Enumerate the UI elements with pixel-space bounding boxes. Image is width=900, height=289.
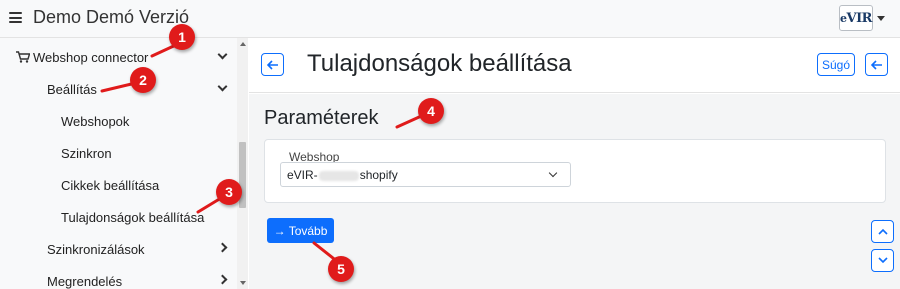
annotation-marker-2: 2: [130, 67, 156, 93]
scroll-up-arrow-icon[interactable]: [240, 42, 246, 46]
sidebar-scrollbar[interactable]: [237, 38, 248, 289]
sidebar-item-beallitas[interactable]: Beállítás: [47, 82, 97, 97]
back-button[interactable]: [261, 53, 284, 76]
sidebar-item-cikkek-beallitasa[interactable]: Cikkek beállítása: [61, 178, 159, 193]
webshop-select-value: eVIR-shopify: [287, 168, 398, 182]
sidebar-item-szinkron[interactable]: Szinkron: [61, 146, 112, 161]
shopping-cart-icon: [16, 51, 30, 63]
arrow-left-icon: [870, 59, 882, 70]
chevron-down-icon: [877, 257, 888, 264]
parameters-card: Webshop eVIR-shopify: [264, 139, 886, 203]
user-menu-dropdown[interactable]: e VIR: [839, 4, 885, 32]
chevron-right-icon[interactable]: [217, 274, 228, 285]
chevron-right-icon[interactable]: [217, 242, 228, 253]
hamburger-menu-icon[interactable]: [9, 12, 22, 23]
top-navbar: Demo Demó Verzió e VIR: [0, 0, 900, 38]
sidebar: Webshop connector Beállítás Webshopok Sz…: [0, 38, 248, 289]
annotation-marker-1: 1: [169, 24, 195, 50]
annotation-marker-5: 5: [328, 256, 354, 282]
page-header: Tulajdonságok beállítása Súgó: [249, 38, 900, 93]
next-button[interactable]: → Tovább: [267, 218, 334, 243]
sidebar-item-webshop-connector[interactable]: Webshop connector: [33, 50, 148, 65]
chevron-up-icon: [877, 228, 888, 235]
evir-logo: e VIR: [839, 5, 873, 31]
scroll-down-arrow-icon[interactable]: [240, 281, 246, 285]
annotation-marker-3: 3: [216, 179, 242, 205]
scroll-to-bottom-button[interactable]: [871, 249, 894, 272]
help-button[interactable]: Súgó: [817, 53, 855, 76]
scroll-to-top-button[interactable]: [871, 220, 894, 243]
sidebar-item-tulajdonsagok-beallitasa[interactable]: Tulajdonságok beállítása: [61, 210, 204, 225]
caret-down-icon: [877, 15, 885, 21]
section-title: Paraméterek: [264, 107, 379, 129]
sidebar-item-megrendeles[interactable]: Megrendelés: [47, 274, 122, 289]
app-title: Demo Demó Verzió: [33, 7, 190, 27]
back-button-right[interactable]: [865, 53, 888, 76]
annotation-marker-4: 4: [418, 98, 444, 124]
page-title: Tulajdonságok beállítása: [307, 50, 572, 77]
sidebar-item-szinkronizalasok[interactable]: Szinkronizálások: [47, 242, 145, 257]
webshop-select[interactable]: eVIR-shopify: [280, 162, 571, 187]
chevron-down-icon[interactable]: [217, 49, 228, 60]
chevron-down-icon: [548, 168, 558, 178]
chevron-down-icon[interactable]: [217, 81, 228, 92]
arrow-left-icon: [266, 59, 278, 70]
sidebar-item-webshopok[interactable]: Webshopok: [61, 114, 129, 129]
redacted-text: [318, 170, 359, 181]
